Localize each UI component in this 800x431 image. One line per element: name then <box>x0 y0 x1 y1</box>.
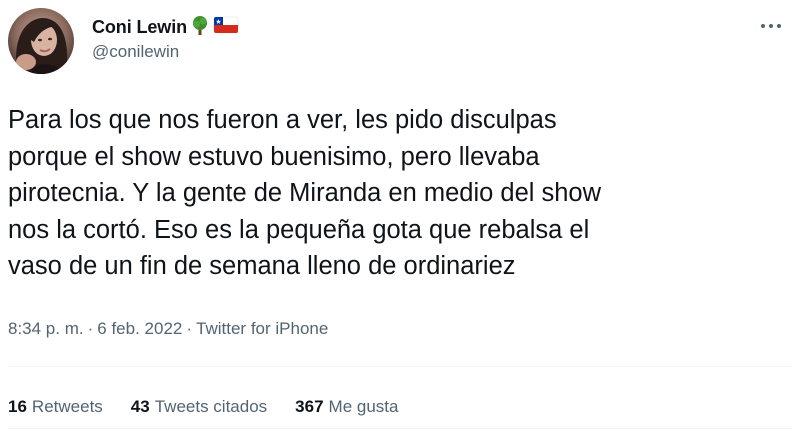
tweet-stats: 16 Retweets 43 Tweets citados 367 Me gus… <box>8 397 426 417</box>
quote-tweets-label: Tweets citados <box>154 397 268 416</box>
user-info: Coni Lewin @conilewin <box>92 14 239 62</box>
avatar[interactable] <box>8 8 74 74</box>
tweet-text: Para los que nos fueron a ver, les pido … <box>8 106 602 280</box>
quote-tweets-stat[interactable]: 43 Tweets citados <box>131 397 267 417</box>
tweet-source[interactable]: Twitter for iPhone <box>196 319 328 339</box>
divider <box>8 366 792 367</box>
more-horizontal-icon <box>761 24 781 28</box>
meta-separator: · <box>87 319 94 338</box>
tweet-date[interactable]: 6 feb. 2022 <box>97 319 182 339</box>
likes-count: 367 <box>295 397 324 416</box>
meta-separator: · <box>186 319 193 338</box>
user-handle[interactable]: @conilewin <box>92 42 239 62</box>
retweets-count: 16 <box>8 397 27 416</box>
avatar-image <box>8 8 74 74</box>
likes-stat[interactable]: 367 Me gusta <box>295 397 398 417</box>
likes-label: Me gusta <box>328 397 399 416</box>
tweet-meta: 8:34 p. m. · 6 feb. 2022 · Twitter for i… <box>8 319 328 339</box>
tweet-card: Coni Lewin @conilewin Para los que nos f… <box>0 0 800 431</box>
divider <box>8 428 792 429</box>
quote-tweets-count: 43 <box>130 397 150 416</box>
tree-emoji-icon <box>189 14 211 41</box>
retweets-label: Retweets <box>31 397 103 416</box>
display-name[interactable]: Coni Lewin <box>92 17 187 38</box>
chile-flag-icon <box>213 15 239 40</box>
display-name-row[interactable]: Coni Lewin <box>92 14 239 40</box>
retweets-stat[interactable]: 16 Retweets <box>8 397 103 417</box>
more-options-button[interactable] <box>756 14 786 38</box>
tweet-time[interactable]: 8:34 p. m. <box>8 319 84 339</box>
